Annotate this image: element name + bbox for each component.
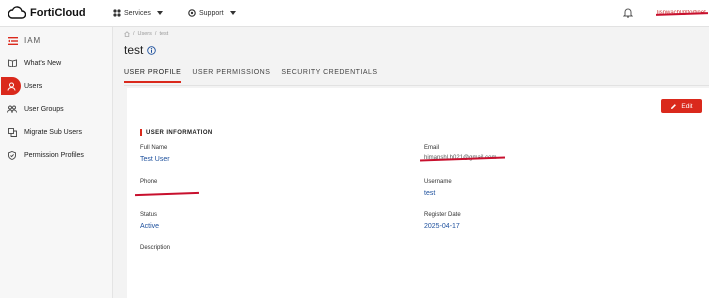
services-menu[interactable]: Services: [113, 9, 163, 17]
info-icon[interactable]: [147, 45, 157, 55]
support-label: Support: [199, 9, 224, 17]
grid-icon: [113, 9, 121, 17]
tab-user-profile[interactable]: USER PROFILE: [124, 69, 182, 83]
sidebar-header: IAM: [8, 36, 41, 45]
sidebar-item-label: Permission Profiles: [24, 151, 84, 159]
register-date-value: 2025-04-17: [424, 223, 460, 230]
user-profile-card: Edit USER INFORMATION Full Name Test Use…: [127, 88, 709, 298]
breadcrumb-current: test: [159, 31, 169, 37]
chevron-down-icon: [156, 11, 163, 15]
sidebar-item-label: Migrate Sub Users: [24, 128, 82, 136]
page-title: test: [124, 43, 157, 57]
breadcrumb-separator: /: [133, 31, 135, 37]
breadcrumb-users[interactable]: Users: [138, 31, 152, 37]
full-name-value: Test User: [140, 156, 170, 163]
username-value: test: [424, 190, 436, 197]
user-icon: [1, 77, 21, 95]
register-date-label: Register Date: [424, 212, 461, 218]
sidebar-item-permission-profiles[interactable]: Permission Profiles: [0, 146, 113, 164]
full-name-label: Full Name: [140, 145, 168, 151]
forticloud-logo[interactable]: FortiCloud: [8, 6, 86, 19]
redaction-mark: [134, 191, 200, 197]
tab-security-credentials[interactable]: SECURITY CREDENTIALS: [281, 69, 377, 83]
chevron-down-icon: [229, 11, 236, 15]
sidebar: IAM What's New Users User Groups Migrate…: [0, 27, 113, 298]
section-title: USER INFORMATION: [146, 129, 213, 136]
description-label: Description: [140, 245, 171, 251]
sidebar-item-migrate-sub-users[interactable]: Migrate Sub Users: [0, 123, 113, 141]
page-title-text: test: [124, 43, 144, 57]
sidebar-item-users[interactable]: Users: [0, 77, 113, 95]
services-label: Services: [124, 9, 151, 17]
support-icon: [188, 9, 196, 17]
book-icon: [7, 58, 17, 68]
sidebar-title: IAM: [24, 36, 42, 45]
section-marker: [140, 129, 142, 136]
sidebar-item-label: Users: [24, 82, 43, 90]
edit-label: Edit: [681, 102, 693, 110]
tabs-divider: [124, 85, 709, 86]
breadcrumb: / Users / test: [124, 31, 168, 37]
users-icon: [7, 104, 17, 114]
tab-user-permissions[interactable]: USER PERMISSIONS: [192, 69, 270, 83]
bell-icon[interactable]: [623, 7, 633, 18]
migrate-icon: [7, 127, 17, 137]
sidebar-item-user-groups[interactable]: User Groups: [0, 100, 113, 118]
brand-name: FortiCloud: [30, 6, 86, 19]
status-value: Active: [140, 223, 160, 230]
collapse-menu-icon[interactable]: [8, 36, 18, 45]
home-icon[interactable]: [124, 31, 130, 37]
cloud-icon: [8, 6, 26, 19]
status-label: Status: [140, 212, 158, 218]
username-label: Username: [424, 179, 452, 185]
shield-icon: [7, 150, 17, 160]
breadcrumb-separator: /: [154, 31, 157, 37]
sidebar-item-whats-new[interactable]: What's New: [0, 54, 113, 72]
user-information-section: USER INFORMATION: [140, 129, 213, 136]
edit-button[interactable]: Edit: [661, 99, 702, 113]
email-label: Email: [424, 145, 440, 151]
sidebar-item-label: User Groups: [24, 105, 64, 113]
top-bar: FortiCloud Services Support lisnwachl@fo…: [0, 0, 709, 27]
phone-label: Phone: [140, 179, 158, 185]
sidebar-item-label: What's New: [24, 59, 62, 67]
support-menu[interactable]: Support: [188, 9, 236, 17]
profile-tabs: USER PROFILE USER PERMISSIONS SECURITY C…: [124, 69, 389, 83]
pencil-icon: [671, 103, 677, 109]
